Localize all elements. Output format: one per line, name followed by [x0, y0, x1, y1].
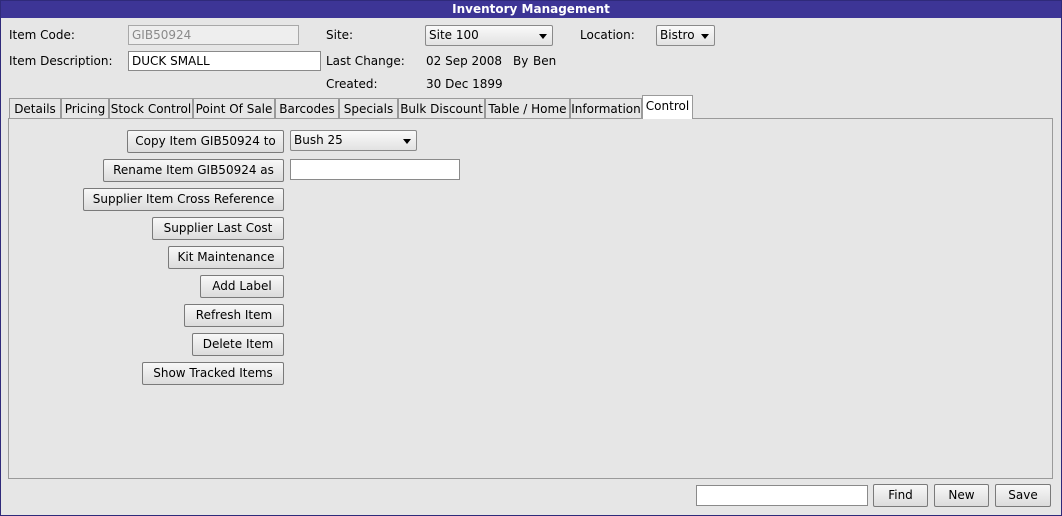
location-label: Location: — [580, 28, 635, 42]
tab-bulk-discount[interactable]: Bulk Discount — [398, 98, 485, 119]
tab-point-of-sale[interactable]: Point Of Sale — [193, 98, 275, 119]
tab-control[interactable]: Control — [642, 95, 693, 119]
created-label: Created: — [326, 77, 378, 91]
item-description-label: Item Description: — [9, 54, 113, 68]
new-button[interactable]: New — [934, 484, 989, 507]
tab-table-home[interactable]: Table / Home — [485, 98, 570, 119]
tab-information[interactable]: Information — [570, 98, 642, 119]
add-label-button[interactable]: Add Label — [200, 275, 284, 298]
site-select-value: Site 100 — [429, 28, 479, 42]
rename-item-button[interactable]: Rename Item GIB50924 as — [103, 159, 284, 182]
chevron-down-icon — [403, 139, 411, 144]
last-change-label: Last Change: — [326, 54, 405, 68]
tab-specials[interactable]: Specials — [339, 98, 398, 119]
rename-item-field[interactable] — [290, 159, 460, 180]
created-date: 30 Dec 1899 — [426, 77, 503, 91]
by-label: By — [513, 54, 529, 68]
find-input[interactable] — [696, 485, 868, 506]
copy-item-button[interactable]: Copy Item GIB50924 to — [127, 130, 284, 153]
item-description-field[interactable]: DUCK SMALL — [128, 51, 321, 71]
window-title: Inventory Management — [1, 1, 1061, 18]
location-select-value: Bistro — [660, 28, 695, 42]
supplier-last-cost-button[interactable]: Supplier Last Cost — [152, 217, 284, 240]
tab-barcodes[interactable]: Barcodes — [275, 98, 339, 119]
kit-maintenance-button[interactable]: Kit Maintenance — [168, 246, 284, 269]
site-select[interactable]: Site 100 — [425, 25, 553, 46]
supplier-item-cross-reference-button[interactable]: Supplier Item Cross Reference — [83, 188, 284, 211]
save-button[interactable]: Save — [995, 484, 1051, 507]
item-code-field: GIB50924 — [128, 25, 299, 45]
delete-item-button[interactable]: Delete Item — [192, 333, 284, 356]
chevron-down-icon — [539, 34, 547, 39]
find-button[interactable]: Find — [873, 484, 928, 507]
tab-pricing[interactable]: Pricing — [61, 98, 109, 119]
tab-details[interactable]: Details — [9, 98, 61, 119]
chevron-down-icon — [701, 34, 709, 39]
copy-target-select[interactable]: Bush 25 — [290, 130, 417, 151]
by-user: Ben — [533, 54, 557, 68]
inventory-window: Inventory Management Item Code: GIB50924… — [0, 0, 1062, 516]
refresh-item-button[interactable]: Refresh Item — [184, 304, 284, 327]
tab-stock-control[interactable]: Stock Control — [109, 98, 193, 119]
site-label: Site: — [326, 28, 354, 42]
show-tracked-items-button[interactable]: Show Tracked Items — [142, 362, 284, 385]
copy-target-value: Bush 25 — [294, 133, 343, 147]
item-code-label: Item Code: — [9, 28, 75, 42]
last-change-date: 02 Sep 2008 — [426, 54, 503, 68]
control-panel: Copy Item GIB50924 to Bush 25 Rename Ite… — [8, 118, 1053, 479]
location-select[interactable]: Bistro — [656, 25, 715, 46]
